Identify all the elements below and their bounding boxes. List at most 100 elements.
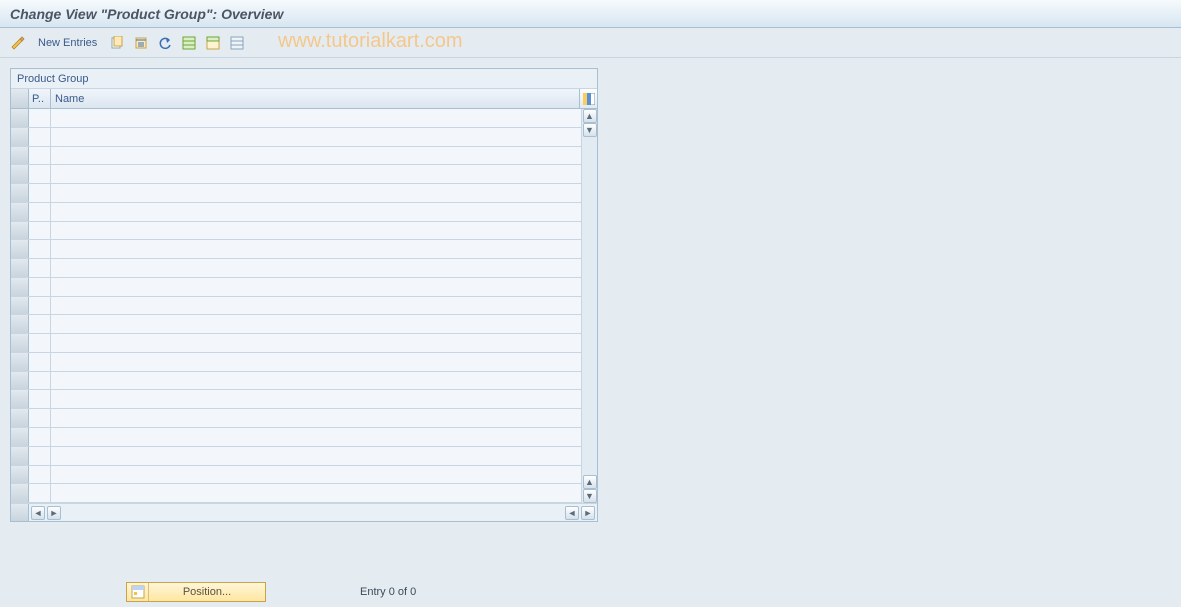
table-row: [11, 390, 581, 409]
cell-p[interactable]: [29, 390, 51, 408]
row-selector[interactable]: [11, 109, 29, 127]
cell-name[interactable]: [51, 147, 581, 165]
row-selector[interactable]: [11, 484, 29, 502]
cell-name[interactable]: [51, 297, 581, 315]
grid-header: P.. Name: [11, 89, 597, 109]
cell-name[interactable]: [51, 278, 581, 296]
table-row: [11, 484, 581, 503]
watermark-text: www.tutorialkart.com: [278, 30, 463, 53]
cell-p[interactable]: [29, 447, 51, 465]
cell-p[interactable]: [29, 240, 51, 258]
cell-p[interactable]: [29, 128, 51, 146]
cell-p[interactable]: [29, 222, 51, 240]
toggle-change-button[interactable]: [8, 33, 28, 53]
row-selector[interactable]: [11, 128, 29, 146]
cell-name[interactable]: [51, 390, 581, 408]
footer-selector-cell: [11, 504, 29, 521]
hscroll-track[interactable]: [63, 508, 563, 518]
cell-name[interactable]: [51, 353, 581, 371]
new-entries-button[interactable]: New Entries: [32, 33, 103, 53]
position-button[interactable]: Position...: [126, 582, 266, 602]
cell-p[interactable]: [29, 147, 51, 165]
cell-p[interactable]: [29, 466, 51, 484]
cell-name[interactable]: [51, 372, 581, 390]
row-selector[interactable]: [11, 315, 29, 333]
cell-name[interactable]: [51, 165, 581, 183]
row-selector[interactable]: [11, 222, 29, 240]
cell-p[interactable]: [29, 409, 51, 427]
cell-name[interactable]: [51, 428, 581, 446]
copy-as-button[interactable]: [107, 33, 127, 53]
scroll-down-button[interactable]: ▼: [583, 123, 597, 137]
cell-name[interactable]: [51, 203, 581, 221]
cell-name[interactable]: [51, 466, 581, 484]
table-row: [11, 278, 581, 297]
scroll-right-button[interactable]: ►: [47, 506, 61, 520]
cell-p[interactable]: [29, 278, 51, 296]
undo-change-button[interactable]: [155, 33, 175, 53]
column-header-p[interactable]: P..: [29, 89, 51, 108]
cell-name[interactable]: [51, 447, 581, 465]
select-block-button[interactable]: [203, 33, 223, 53]
row-selector[interactable]: [11, 147, 29, 165]
configure-columns-button[interactable]: [579, 89, 597, 108]
cell-p[interactable]: [29, 334, 51, 352]
column-header-name[interactable]: Name: [51, 89, 579, 108]
scroll-down-end-button[interactable]: ▼: [583, 489, 597, 503]
scroll-up-button[interactable]: ▲: [583, 109, 597, 123]
delete-button[interactable]: [131, 33, 151, 53]
scroll-left-end-button[interactable]: ◄: [565, 506, 579, 520]
chevron-left-icon: ◄: [34, 508, 43, 518]
select-all-button[interactable]: [179, 33, 199, 53]
table-row: [11, 297, 581, 316]
row-selector[interactable]: [11, 240, 29, 258]
pencil-glasses-icon: [10, 35, 26, 51]
row-selector[interactable]: [11, 409, 29, 427]
cell-p[interactable]: [29, 315, 51, 333]
cell-name[interactable]: [51, 128, 581, 146]
horizontal-scrollbar[interactable]: ◄ ► ◄ ►: [29, 506, 597, 520]
cell-name[interactable]: [51, 240, 581, 258]
cell-name[interactable]: [51, 484, 581, 502]
row-selector[interactable]: [11, 165, 29, 183]
cell-p[interactable]: [29, 297, 51, 315]
cell-name[interactable]: [51, 222, 581, 240]
scroll-right-end-button[interactable]: ►: [581, 506, 595, 520]
cell-p[interactable]: [29, 353, 51, 371]
cell-name[interactable]: [51, 315, 581, 333]
cell-p[interactable]: [29, 372, 51, 390]
row-selector[interactable]: [11, 447, 29, 465]
cell-p[interactable]: [29, 109, 51, 127]
cell-p[interactable]: [29, 203, 51, 221]
cell-p[interactable]: [29, 484, 51, 502]
row-selector[interactable]: [11, 390, 29, 408]
deselect-all-icon: [230, 36, 244, 50]
vertical-scrollbar[interactable]: ▲ ▼ ▲ ▼: [581, 109, 597, 503]
column-row-selector[interactable]: [11, 89, 29, 108]
row-selector[interactable]: [11, 278, 29, 296]
row-selector[interactable]: [11, 353, 29, 371]
cell-p[interactable]: [29, 259, 51, 277]
cell-p[interactable]: [29, 428, 51, 446]
cell-p[interactable]: [29, 165, 51, 183]
cell-p[interactable]: [29, 184, 51, 202]
table-row: [11, 109, 581, 128]
row-selector[interactable]: [11, 297, 29, 315]
deselect-all-button[interactable]: [227, 33, 247, 53]
scroll-up-end-button[interactable]: ▲: [583, 475, 597, 489]
row-selector[interactable]: [11, 259, 29, 277]
cell-name[interactable]: [51, 409, 581, 427]
row-selector[interactable]: [11, 372, 29, 390]
table-row: [11, 466, 581, 485]
scroll-left-button[interactable]: ◄: [31, 506, 45, 520]
row-selector[interactable]: [11, 203, 29, 221]
row-selector[interactable]: [11, 184, 29, 202]
row-selector[interactable]: [11, 334, 29, 352]
cell-name[interactable]: [51, 259, 581, 277]
cell-name[interactable]: [51, 334, 581, 352]
row-selector[interactable]: [11, 428, 29, 446]
product-group-panel: Product Group P.. Name ▲: [10, 68, 598, 522]
cell-name[interactable]: [51, 184, 581, 202]
row-selector[interactable]: [11, 466, 29, 484]
cell-name[interactable]: [51, 109, 581, 127]
